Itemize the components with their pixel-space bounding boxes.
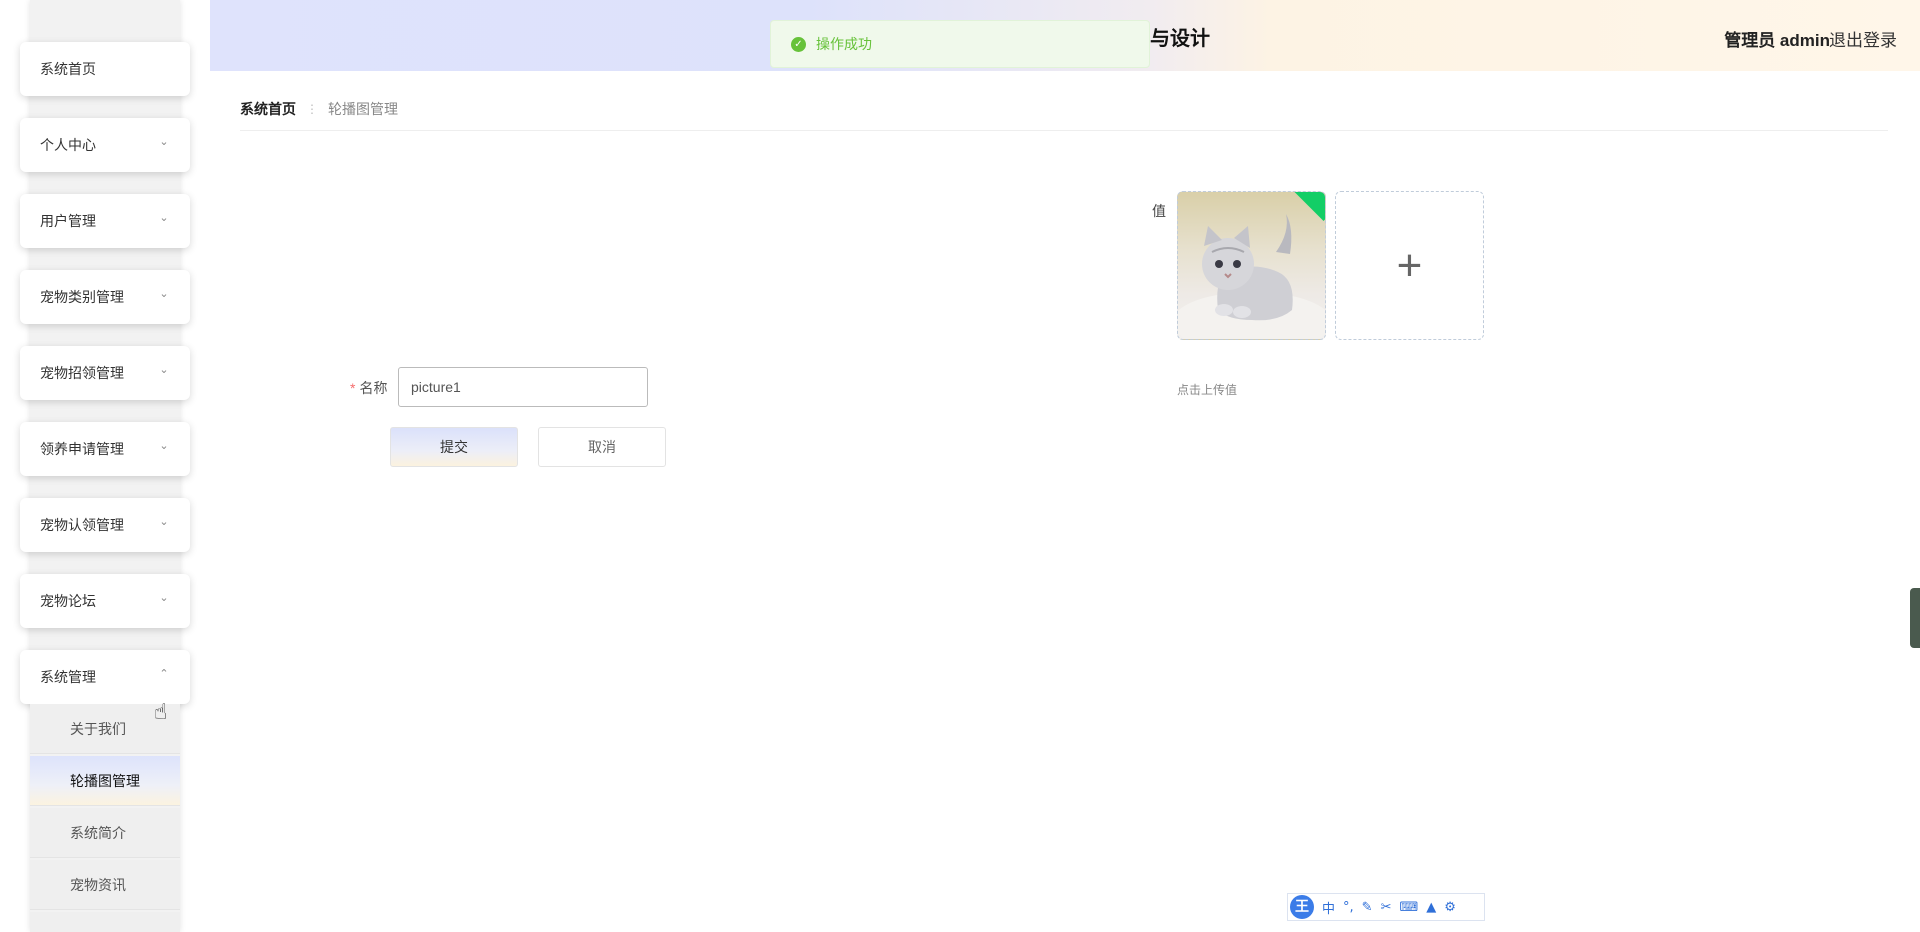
sidebar-item-pet-forum[interactable]: 宠物论坛 ⌄ [20,574,190,628]
logout-link[interactable]: 退出登录 [1829,26,1897,51]
submenu-item-label: 关于我们 [70,720,126,737]
sidebar: 系统首页 个人中心 ⌄ 用户管理 ⌄ 宠物类别管理 ⌄ 宠物招领管理 ⌄ 领养申… [0,0,210,932]
sidebar-item-adoption-application[interactable]: 领养申请管理 ⌄ [20,422,190,476]
current-user: 管理员 admin [1724,31,1830,50]
sidebar-item-personal-center[interactable]: 个人中心 ⌄ [20,118,190,172]
submenu-item-label: 系统简介 [70,824,126,841]
breadcrumb: 系统首页 ⋮ 轮播图管理 [240,99,398,119]
kitten-image [1178,214,1325,339]
sidebar-item-label: 用户管理 [40,213,96,229]
sidebar-item-user-management[interactable]: 用户管理 ⌄ [20,194,190,248]
ime-toolbar: 王 中 °, ✎ ✂ ⌨ ▲ ⚙ [1287,893,1485,921]
upload-hint: 点击上传值 [1177,383,1238,397]
success-toast: ✓ 操作成功 [770,20,1150,68]
name-field-label: * 名称 [350,378,387,398]
ime-logo-icon[interactable]: 王 [1290,895,1314,919]
name-input[interactable] [398,367,648,407]
skin-icon[interactable]: ▲ [1426,900,1436,915]
sidebar-item-label: 系统首页 [40,61,96,77]
chevron-down-icon: ⌄ [159,440,169,452]
sidebar-item-pet-found[interactable]: 宠物招领管理 ⌄ [20,346,190,400]
sidebar-item-label: 宠物论坛 [40,593,96,609]
hand-cursor-icon: ☝ [154,700,168,725]
chevron-down-icon: ⌄ [159,364,169,376]
sidebar-item-label: 领养申请管理 [40,441,124,457]
sidebar-item-label: 宠物招领管理 [40,365,124,381]
sidebar-item-label: 宠物类别管理 [40,289,124,305]
punctuation-icon[interactable]: °, [1343,900,1354,915]
sidebar-item-home[interactable]: 系统首页 [20,42,190,96]
submit-button[interactable]: 提交 [390,427,518,467]
chevron-down-icon: ⌄ [159,288,169,300]
breadcrumb-separator-icon: ⋮ [306,102,318,116]
submenu-item-label: 宠物资讯 [70,876,126,893]
image-upload-button[interactable]: + [1335,191,1484,340]
sidebar-item-label: 系统管理 [40,669,96,685]
submenu-item-pet-news[interactable]: 宠物资讯 [30,860,180,910]
sidebar-item-pet-claim[interactable]: 宠物认领管理 ⌄ [20,498,190,552]
breadcrumb-home[interactable]: 系统首页 [240,99,296,119]
breadcrumb-divider [240,130,1888,131]
ime-mode-toggle[interactable]: 中 [1322,898,1335,917]
submenu-item-more[interactable] [30,912,180,932]
gear-icon[interactable]: ⚙ [1444,900,1456,915]
uploaded-image-thumbnail[interactable] [1177,191,1326,340]
sidebar-item-system-management[interactable]: 系统管理 ⌃ [20,650,190,704]
page-title: 与设计 [1150,28,1210,50]
required-marker: * [350,380,356,396]
side-panel-handle[interactable] [1910,588,1920,648]
scissors-icon[interactable]: ✂ [1381,900,1392,915]
toast-message: 操作成功 [816,36,872,52]
keyboard-icon[interactable]: ⌨ [1399,900,1418,915]
value-field-label: 值 [1152,203,1166,219]
pen-icon[interactable]: ✎ [1362,900,1373,915]
breadcrumb-current: 轮播图管理 [328,101,398,117]
sidebar-item-pet-category[interactable]: 宠物类别管理 ⌄ [20,270,190,324]
submenu-item-label: 轮播图管理 [70,772,140,789]
chevron-down-icon: ⌄ [159,516,169,528]
chevron-up-icon: ⌃ [159,668,169,680]
submenu-item-system-intro[interactable]: 系统简介 [30,808,180,858]
sidebar-item-label: 个人中心 [40,137,96,153]
cancel-button[interactable]: 取消 [538,427,666,467]
chevron-down-icon: ⌄ [159,592,169,604]
chevron-down-icon: ⌄ [159,136,169,148]
plus-icon: + [1396,240,1423,290]
chevron-down-icon: ⌄ [159,212,169,224]
submenu-item-carousel-management[interactable]: 轮播图管理 [30,756,180,806]
name-label-text: 名称 [359,380,388,396]
check-circle-icon: ✓ [791,36,806,52]
sidebar-item-label: 宠物认领管理 [40,517,124,533]
